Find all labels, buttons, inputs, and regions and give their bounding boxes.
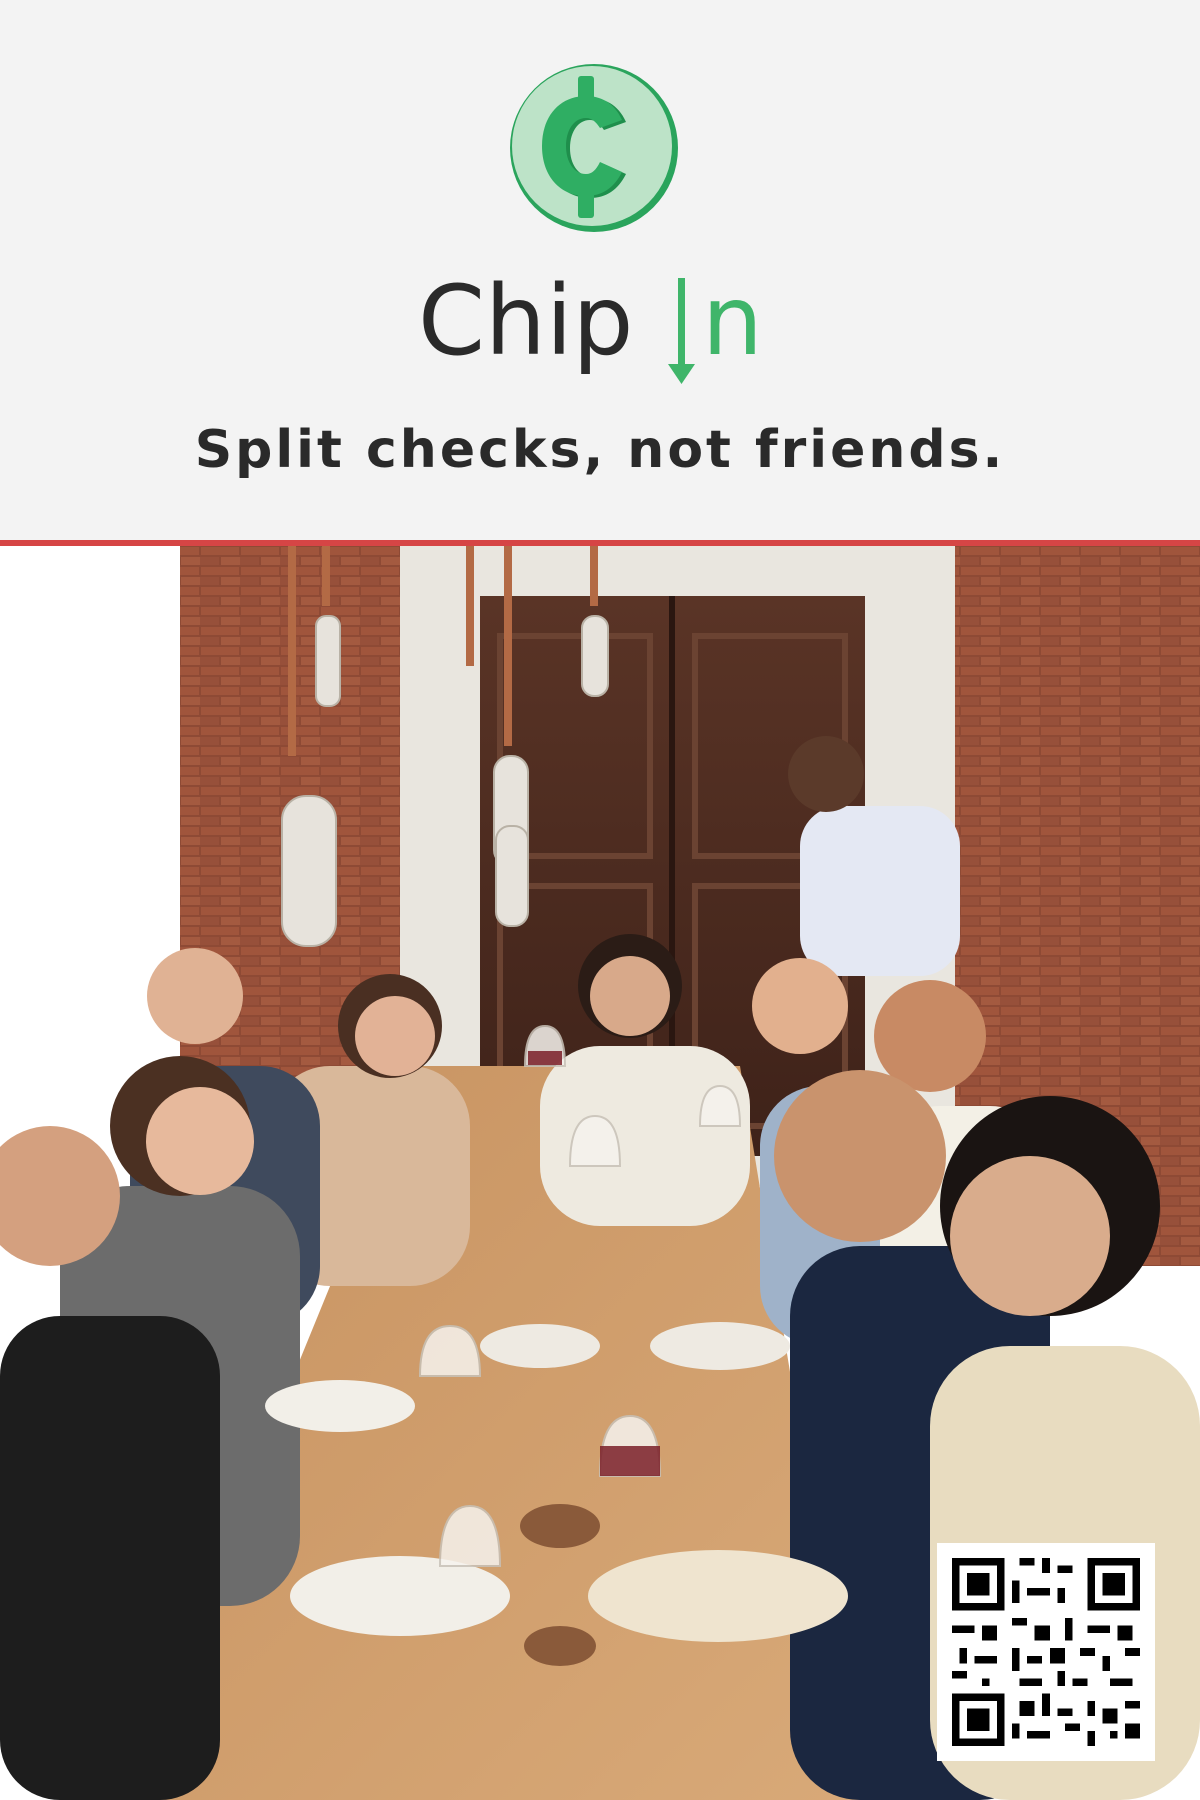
chipin-wordmark: Chip n — [418, 266, 763, 384]
header: Chip n Split checks, not friends. — [0, 0, 1200, 540]
brand-name-prefix: Chip — [418, 266, 633, 377]
down-arrow-icon — [668, 278, 695, 384]
tagline: Split checks, not friends. — [194, 420, 1006, 480]
cent-coin-icon — [510, 64, 678, 232]
brand-name-suffix: n — [702, 266, 763, 377]
poster: Chip n Split checks, not friends. — [0, 0, 1200, 1800]
qr-code-icon — [937, 1543, 1155, 1761]
